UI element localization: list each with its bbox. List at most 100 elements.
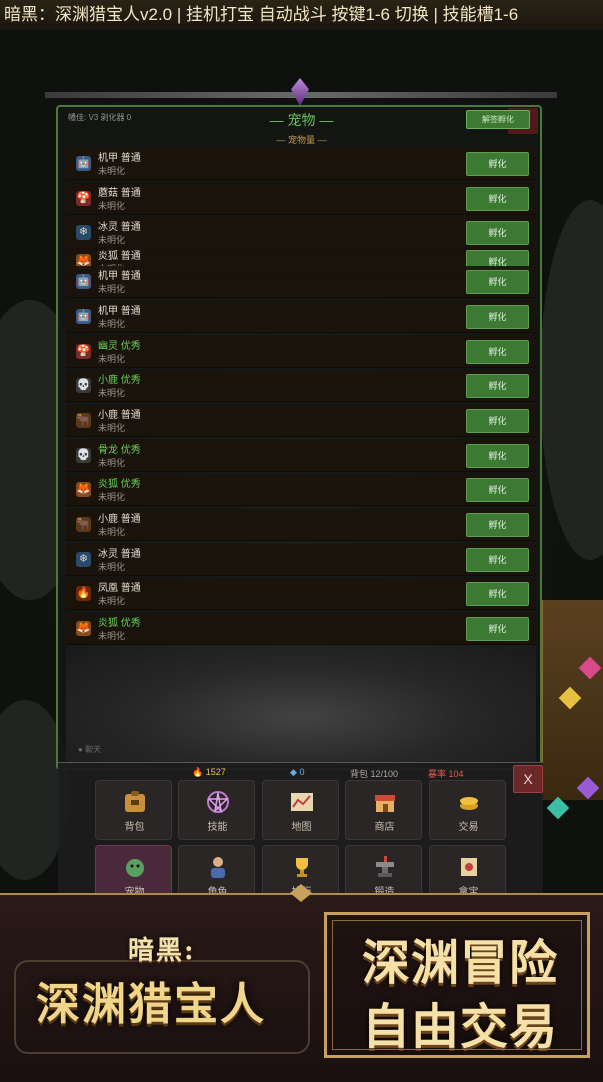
robot-icon: 🤖	[76, 156, 91, 171]
pet-row: 🍄 幽灵 优秀 未明化 孵化	[66, 336, 536, 368]
backpack-icon	[123, 791, 147, 813]
pet-row: ❄ 冰灵 普通未明化 孵化	[66, 544, 536, 576]
pet-status: 未明化	[98, 388, 126, 398]
menu-label: 商店	[374, 822, 395, 833]
gem-icon	[546, 796, 570, 820]
mushroom-icon: 🍄	[76, 344, 91, 359]
close-button[interactable]: X	[513, 765, 543, 793]
crystal-icon	[291, 78, 309, 106]
pet-row: 🐂 小鹿 普通 未明化 孵化	[66, 509, 536, 541]
character-icon	[206, 856, 230, 878]
menu-coins-button[interactable]: 交易	[429, 780, 506, 840]
game-logo-top: 暗黑:	[128, 936, 196, 966]
panel-frame-ornament	[45, 78, 557, 108]
menu-label: 交易	[458, 822, 479, 833]
flame-gold-icon: 🔥	[192, 767, 204, 777]
pet-name: 蘑菇 普通	[98, 188, 141, 199]
pentagram-icon	[206, 791, 230, 814]
menu-backpack-button[interactable]: 背包	[95, 780, 172, 840]
menu-label: 技能	[207, 822, 228, 833]
mushroom-icon: 🍄	[76, 191, 91, 206]
slogan-line-1: 深渊冒险	[361, 935, 558, 991]
hatch-button[interactable]: 孵化	[466, 270, 529, 294]
pet-status: 未明化	[98, 166, 126, 176]
hatch-button[interactable]: 孵化	[466, 409, 529, 433]
pet-row: 🦊 炎狐 优秀 未明化 孵化	[66, 613, 536, 645]
flame-icon: 🔥	[76, 586, 91, 601]
hatch-button[interactable]: 孵化	[466, 513, 529, 537]
pet-name: 机甲 普通	[98, 271, 141, 282]
pet-name: 机甲 普通	[98, 306, 141, 317]
ox-icon: 🐂	[76, 413, 91, 428]
pet-status: 未明化	[98, 631, 126, 641]
pet-row: 💀 小鹿 优秀 未明化 孵化	[66, 370, 536, 402]
hatch-button[interactable]: 孵化	[466, 548, 529, 572]
robot-icon: 🤖	[76, 309, 91, 324]
pet-name: 冰灵 普通	[98, 549, 141, 560]
pet-status: 未明化	[98, 527, 126, 537]
pet-name: 骨龙 优秀	[98, 445, 141, 456]
pet-name: 冰灵 普通	[98, 222, 141, 233]
hatch-button[interactable]: 孵化	[466, 444, 529, 468]
hatch-button[interactable]: 孵化	[466, 187, 529, 211]
pet-name: 小鹿 优秀	[98, 375, 141, 386]
game-logo-main: 深渊猎宝人	[36, 979, 266, 1030]
snowflake-icon: ❄	[76, 225, 91, 240]
trophy-icon	[290, 856, 314, 878]
fox-icon: 🦊	[76, 482, 91, 497]
menu-label: 背包	[124, 822, 145, 833]
pet-status: 未明化	[98, 596, 126, 606]
pet-status: 未明化	[98, 492, 126, 502]
ox-icon: 🐂	[76, 517, 91, 532]
skull-icon: 💀	[76, 448, 91, 463]
pet-name: 小鹿 普通	[98, 410, 141, 421]
pet-row: 🦊 炎狐 优秀未明化 孵化	[66, 474, 536, 506]
hatch-button[interactable]: 孵化	[466, 617, 529, 641]
pet-status: 未明化	[98, 235, 126, 245]
pet-name: 凤凰 普通	[98, 583, 141, 594]
hatch-button[interactable]: 孵化	[466, 221, 529, 245]
pet-row: 🤖 机甲 普通未明化 孵化	[66, 266, 536, 298]
diamond-counter: ◆ 0	[290, 767, 305, 777]
menu-shop-button[interactable]: 商店	[345, 780, 422, 840]
pet-name: 炎狐 优秀	[98, 479, 141, 490]
robot-icon: 🤖	[76, 274, 91, 289]
pet-row: 🍄 蘑菇 普通未明化 孵化	[66, 183, 536, 215]
batch-hatch-button[interactable]: 解签孵化	[466, 110, 530, 129]
diamond-icon: ◆	[290, 767, 297, 777]
shop-icon	[373, 791, 397, 813]
map-icon	[290, 791, 314, 813]
fox-icon: 🦊	[76, 621, 91, 636]
bag-capacity: 背包 12/100	[350, 769, 399, 779]
pet-name: 幽灵 优秀	[98, 341, 141, 352]
panel-subtitle: — 宠物量 —	[276, 135, 327, 145]
game-info-bar: 暗黑：深渊猎宝人v2.0 | 挂机打宝 自动战斗 按键1-6 切换 | 技能槽1…	[0, 0, 603, 30]
menu-pentagram-button[interactable]: 技能	[178, 780, 255, 840]
chat-hint[interactable]: ● 聊天	[78, 744, 101, 755]
hatch-button[interactable]: 孵化	[466, 582, 529, 606]
pet-row: 🤖 机甲 普通 未明化 孵化	[66, 301, 536, 333]
snowflake-icon: ❄	[76, 552, 91, 567]
pet-status: 未明化	[98, 284, 126, 294]
pet-row: 🔥 凤凰 普通未明化 孵化	[66, 578, 536, 610]
pet-row: 🐂 小鹿 普通未明化 孵化	[66, 405, 536, 437]
crit-rate: 暴率 104	[428, 769, 464, 779]
pet-icon	[123, 856, 147, 878]
pet-row: 💀 骨龙 优秀未明化 孵化	[66, 440, 536, 472]
hatch-button[interactable]: 孵化	[466, 305, 529, 329]
pet-name: 炎狐 普通	[98, 251, 141, 262]
pet-status: 未明化	[98, 201, 126, 211]
hatch-button[interactable]: 孵化	[466, 478, 529, 502]
menu-map-button[interactable]: 地图	[262, 780, 339, 840]
slogan-box: 深渊冒险 自由交易	[324, 912, 590, 1058]
hatch-button[interactable]: 孵化	[466, 340, 529, 364]
slogan-line-2: 自由交易	[361, 999, 558, 1055]
pet-status: 未明化	[98, 458, 126, 468]
hatch-button[interactable]: 孵化	[466, 374, 529, 398]
pet-row: ❄ 冰灵 普通未明化 孵化	[66, 217, 536, 249]
pet-status: 未明化	[98, 562, 126, 572]
pet-status: 未明化	[98, 423, 126, 433]
coins-icon	[457, 791, 481, 813]
scroll-icon	[457, 856, 481, 878]
hatch-button[interactable]: 孵化	[466, 152, 529, 176]
